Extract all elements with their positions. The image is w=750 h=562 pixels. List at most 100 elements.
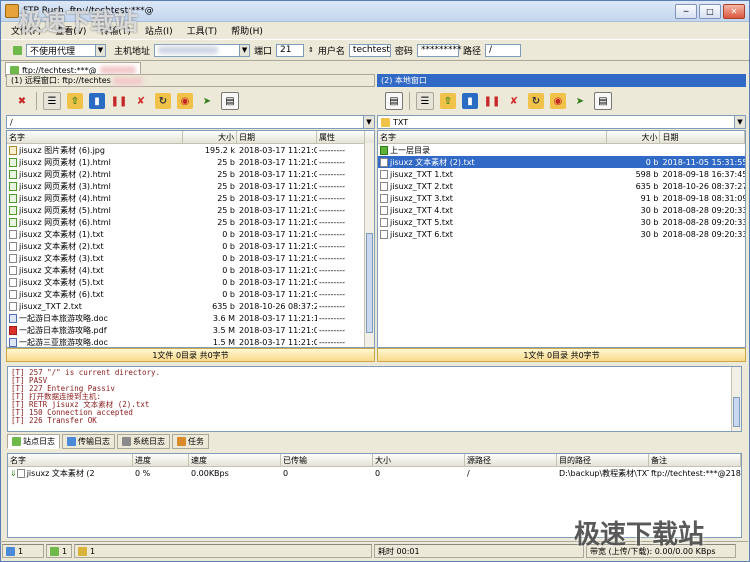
local-file-row[interactable]: jisuxz 文本素材 (2).txt 0 b 2018-11-05 15:31:5…	[378, 156, 745, 168]
list-icon[interactable]: ☰	[416, 92, 434, 110]
txt-file-icon	[9, 301, 17, 311]
log-line: [T] 227 Entering Passiv	[11, 384, 115, 393]
local-path-select[interactable]: TXT ▼	[377, 115, 746, 129]
file-attr: ---------	[319, 337, 345, 347]
column-attr[interactable]: 属性	[317, 131, 365, 143]
refresh-icon[interactable]: ↻	[155, 93, 171, 109]
txt-file-icon	[380, 157, 388, 167]
local-file-row[interactable]: jisuxz_TXT 2.txt 635 b 2018-10-26 08:37:27	[378, 180, 745, 192]
options-icon[interactable]: ◉	[550, 93, 566, 109]
tab-system-log[interactable]: 系统日志	[117, 434, 170, 449]
file-date: 2018-03-17 11:21:05	[239, 205, 317, 215]
remote-status: 1文件 0目录 共0字节	[6, 348, 375, 362]
tab-site-log[interactable]: 站点日志	[7, 434, 60, 449]
pause-icon[interactable]: ❚❚	[484, 93, 501, 109]
bookmark-icon[interactable]: ▮	[89, 93, 105, 109]
maximize-button[interactable]: □	[699, 3, 721, 19]
menu-site[interactable]: 站点(I)	[145, 24, 173, 37]
list-icon[interactable]: ☰	[43, 92, 61, 110]
file-attr: ---------	[319, 241, 345, 251]
remote-file-row[interactable]: 一起游日本旅游攻略.pdf 3.5 M 2018-03-17 11:21:09 ---…	[7, 324, 374, 336]
remote-file-row[interactable]: jisuxz 文本素材 (1).txt 0 b 2018-03-17 11:21:0…	[7, 228, 374, 240]
delete-icon[interactable]: ✘	[133, 93, 149, 109]
column-date[interactable]: 日期	[237, 131, 317, 143]
column-name[interactable]: 名字	[378, 131, 607, 143]
column-name[interactable]: 名字	[8, 454, 133, 466]
column-size[interactable]: 大小	[373, 454, 465, 466]
delete-icon[interactable]: ✘	[506, 93, 522, 109]
user-input[interactable]: techtest	[348, 43, 391, 57]
file-size: 25 b	[217, 217, 235, 227]
remote-file-row[interactable]: jisuxz 网页素材 (6).html 25 b 2018-03-17 11:21…	[7, 216, 374, 228]
remote-file-row[interactable]: jisuxz 网页素材 (2).html 25 b 2018-03-17 11:21…	[7, 168, 374, 180]
options-icon[interactable]: ◉	[177, 93, 193, 109]
local-file-row[interactable]: jisuxz_TXT 5.txt 30 b 2018-08-28 09:20:33	[378, 216, 745, 228]
transfer-icon[interactable]: ➤	[199, 93, 215, 109]
menu-help[interactable]: 帮助(H)	[231, 24, 263, 37]
view-icon[interactable]: ▤	[221, 92, 239, 110]
file-attr: ---------	[319, 145, 345, 155]
remote-file-row[interactable]: jisuxz 网页素材 (1).html 25 b 2018-03-17 11:21…	[7, 156, 374, 168]
remote-path: /	[10, 117, 13, 127]
column-note[interactable]: 备注	[649, 454, 741, 466]
remote-file-row[interactable]: jisuxz 文本素材 (6).txt 0 b 2018-03-17 11:21:0…	[7, 288, 374, 300]
column-size[interactable]: 大小	[607, 131, 661, 143]
local-file-row[interactable]: jisuxz_TXT 6.txt 30 b 2018-08-28 09:20:33	[378, 228, 745, 240]
column-name[interactable]: 名字	[7, 131, 183, 143]
pause-icon[interactable]: ❚❚	[111, 93, 128, 109]
remote-file-row[interactable]: jisuxz 文本素材 (5).txt 0 b 2018-03-17 11:21:0…	[7, 276, 374, 288]
port-stepper-icon[interactable]: ⇕	[308, 46, 314, 54]
bookmark-icon[interactable]: ▮	[462, 93, 478, 109]
queue-row[interactable]: ⇓ jisuxz 文本素材 (2 0 % 0.00KBps 0 0 / D:\ba…	[8, 467, 741, 479]
host-input[interactable]: ▼	[154, 43, 251, 57]
column-size[interactable]: 大小	[183, 131, 237, 143]
parent-folder-icon[interactable]: ⇧	[67, 93, 83, 109]
proxy-select[interactable]: 不使用代理 ▼	[26, 43, 106, 57]
column-dest-path[interactable]: 目的路径	[557, 454, 649, 466]
column-source-path[interactable]: 源路径	[465, 454, 557, 466]
parent-directory-row[interactable]: 上一层目录	[378, 144, 745, 156]
view-icon[interactable]: ▤	[594, 92, 612, 110]
column-progress[interactable]: 进度	[133, 454, 189, 466]
connect-icon[interactable]	[13, 45, 22, 55]
file-date: 2018-08-28 09:20:33	[662, 205, 745, 215]
remote-path-select[interactable]: / ▼	[6, 115, 375, 129]
file-size: 25 b	[217, 157, 235, 167]
refresh-icon[interactable]: ↻	[528, 93, 544, 109]
file-attr: ---------	[319, 277, 345, 287]
status-value: 1	[90, 546, 96, 556]
path-input[interactable]: /	[484, 43, 521, 57]
drive-icon[interactable]: ▤	[385, 92, 403, 110]
up-arrow-icon	[380, 145, 388, 155]
close-button[interactable]: ✕	[723, 3, 745, 19]
remote-file-row[interactable]: jisuxz 文本素材 (2).txt 0 b 2018-03-17 11:21:0…	[7, 240, 374, 252]
remote-file-row[interactable]: jisuxz_TXT 2.txt 635 b 2018-10-26 08:37:27…	[7, 300, 374, 312]
minimize-button[interactable]: ─	[675, 3, 697, 19]
remote-scrollbar[interactable]	[364, 143, 374, 347]
remote-file-row[interactable]: jisuxz 网页素材 (5).html 25 b 2018-03-17 11:21…	[7, 204, 374, 216]
password-input[interactable]: *********	[416, 43, 461, 57]
tab-tasks[interactable]: 任务	[172, 434, 209, 449]
local-status-text: 1文件 0目录 共0字节	[523, 350, 600, 360]
remote-file-row[interactable]: jisuxz 网页素材 (3).html 25 b 2018-03-17 11:21…	[7, 180, 374, 192]
log-scrollbar[interactable]	[731, 367, 741, 431]
local-file-row[interactable]: jisuxz_TXT 1.txt 598 b 2018-09-18 16:37:45	[378, 168, 745, 180]
remote-file-row[interactable]: 一起游日本旅游攻略.doc 3.6 M 2018-03-17 11:21:10 ---…	[7, 312, 374, 324]
local-file-row[interactable]: jisuxz_TXT 3.txt 91 b 2018-09-18 08:31:09	[378, 192, 745, 204]
remote-file-row[interactable]: jisuxz 网页素材 (4).html 25 b 2018-03-17 11:21…	[7, 192, 374, 204]
column-speed[interactable]: 速度	[189, 454, 281, 466]
remote-file-row[interactable]: jisuxz 图片素材 (6).jpg 195.2 k 2018-03-17 11:…	[7, 144, 374, 156]
status-time: 耗时 00:01	[374, 544, 584, 558]
remote-file-row[interactable]: jisuxz 文本素材 (3).txt 0 b 2018-03-17 11:21:0…	[7, 252, 374, 264]
disconnect-icon[interactable]: ✖	[14, 93, 30, 109]
transfer-icon[interactable]: ➤	[572, 93, 588, 109]
tab-transfer-log[interactable]: 传输日志	[62, 434, 115, 449]
local-file-row[interactable]: jisuxz_TXT 4.txt 30 b 2018-08-28 09:20:33	[378, 204, 745, 216]
menu-tools[interactable]: 工具(T)	[187, 24, 218, 37]
port-input[interactable]: 21	[276, 43, 305, 57]
remote-file-row[interactable]: 一起游三亚旅游攻略.doc 1.5 M 2018-03-17 11:21:07 ---…	[7, 336, 374, 347]
remote-file-row[interactable]: jisuxz 文本素材 (4).txt 0 b 2018-03-17 11:21:0…	[7, 264, 374, 276]
parent-folder-icon[interactable]: ⇧	[440, 93, 456, 109]
column-transferred[interactable]: 已传输	[281, 454, 373, 466]
column-date[interactable]: 日期	[660, 131, 745, 143]
